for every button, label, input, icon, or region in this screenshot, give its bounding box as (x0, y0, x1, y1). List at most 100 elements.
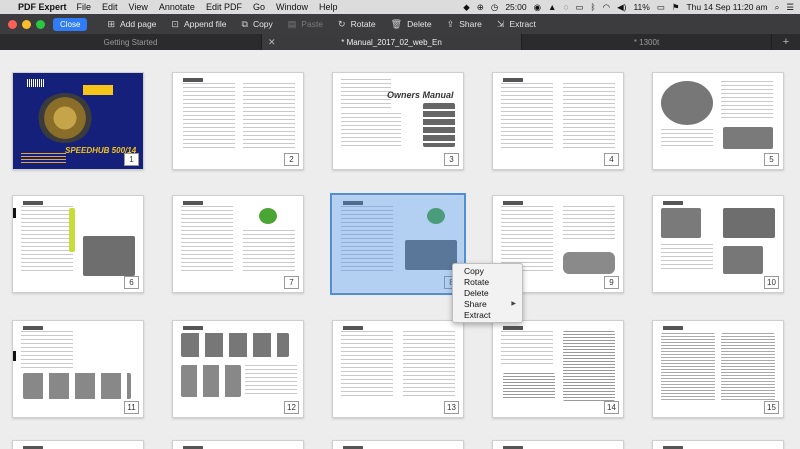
tab-getting-started[interactable]: Getting Started (0, 34, 262, 50)
zoom-window-button[interactable] (36, 19, 45, 29)
tab-bar: Getting Started ✕ * Manual_2017_02_web_En… (0, 34, 800, 50)
barcode-graphic (27, 79, 45, 87)
new-tab-icon[interactable]: + (772, 36, 800, 48)
menu-help[interactable]: Help (319, 2, 338, 12)
context-menu: Copy Rotate Delete Share ▶ Extract (452, 263, 523, 323)
drive-icon[interactable]: ▲ (548, 2, 556, 12)
menu-go[interactable]: Go (253, 2, 265, 12)
page-number: 3 (444, 153, 459, 166)
minimize-window-button[interactable] (22, 19, 31, 29)
logo-band (83, 85, 113, 95)
page-thumbnail-partial[interactable] (172, 440, 304, 449)
page-thumbnail-partial[interactable] (12, 440, 144, 449)
dropbox-icon[interactable]: ◆ (463, 2, 470, 13)
page-number: 13 (444, 401, 459, 414)
clock[interactable]: Thu 14 Sep 11:20 am (686, 2, 767, 12)
page-thumbnail[interactable]: 2 (172, 72, 304, 170)
page-number: 7 (284, 276, 299, 289)
tab-manual[interactable]: ✕ * Manual_2017_02_web_En (262, 34, 522, 50)
page-thumbnail-partial[interactable] (652, 440, 784, 449)
pin-icon[interactable]: ⊕ (477, 2, 484, 13)
menu-bar: PDF Expert File Edit View Annotate Edit … (0, 0, 800, 14)
page-thumbnail-partial[interactable] (492, 440, 624, 449)
page-thumbnail[interactable]: 15 (652, 320, 784, 418)
window-toolbar: Close ⊞ Add page ⊡ Append file ⧉ Copy ▤ Past… (0, 14, 800, 34)
page-thumbnail[interactable]: 10 (652, 195, 784, 293)
context-menu-rotate[interactable]: Rotate (453, 277, 522, 288)
context-menu-copy[interactable]: Copy (453, 266, 522, 277)
page-thumbnail[interactable]: SPEEDHUB 500/14 1 (12, 72, 144, 170)
page-number: 4 (604, 153, 619, 166)
append-file-icon: ⊡ (171, 18, 179, 29)
paste-icon: ▤ (287, 18, 297, 29)
battery-percent[interactable]: 11% (633, 2, 649, 12)
page-number: 10 (764, 276, 779, 289)
context-menu-delete[interactable]: Delete (453, 288, 522, 299)
wifi-icon[interactable]: ◠ (603, 2, 610, 13)
page-number: 2 (284, 153, 299, 166)
add-page-button[interactable]: ⊞ Add page (107, 19, 156, 30)
menu-edit[interactable]: Edit (102, 2, 118, 12)
page-thumbnail-partial[interactable] (332, 440, 464, 449)
page-thumbnail[interactable]: 4 (492, 72, 624, 170)
page-number: 11 (124, 401, 139, 414)
page-thumbnail[interactable]: 13 (332, 320, 464, 418)
spotlight-icon[interactable]: ⌕ (775, 2, 780, 13)
cover-text-lines (21, 153, 66, 163)
page-thumbnail[interactable]: Owners Manual 3 (332, 72, 464, 170)
page-thumbnail[interactable]: 7 (172, 195, 304, 293)
add-page-icon: ⊞ (107, 18, 115, 29)
notification-center-icon[interactable]: ☰ (786, 2, 794, 13)
page-number: 6 (124, 276, 139, 289)
context-menu-extract[interactable]: Extract (453, 310, 522, 321)
timer-readout[interactable]: 25:00 (505, 2, 526, 12)
page-thumbnail-grid: SPEEDHUB 500/14 1 2 Owners Manual 3 4 5 … (0, 50, 800, 449)
app-name-menu[interactable]: PDF Expert (18, 2, 67, 12)
share-button[interactable]: ⇪ Share (447, 19, 482, 30)
share-icon: ⇪ (446, 18, 455, 29)
menu-view[interactable]: View (129, 2, 148, 12)
extract-button[interactable]: ⇲ Extract (497, 19, 536, 30)
paste-button[interactable]: ▤ Paste (288, 19, 323, 30)
append-file-button[interactable]: ⊡ Append file (171, 19, 226, 30)
page-thumbnail[interactable]: 6 (12, 195, 144, 293)
menu-edit-pdf[interactable]: Edit PDF (206, 2, 242, 12)
page-number: 15 (764, 401, 779, 414)
page-thumbnail[interactable]: 14 (492, 320, 624, 418)
close-tab-icon[interactable]: ✕ (268, 37, 276, 48)
context-menu-share[interactable]: Share ▶ (453, 299, 522, 310)
battery-icon[interactable]: ▭ (657, 2, 665, 13)
close-button[interactable]: Close (53, 17, 88, 31)
rotate-icon: ↻ (338, 18, 346, 29)
rotate-button[interactable]: ↻ Rotate (338, 19, 376, 30)
page-thumbnail[interactable]: 12 (172, 320, 304, 418)
sync-icon[interactable]: ◌ (563, 2, 568, 12)
menu-window[interactable]: Window (276, 2, 308, 12)
page-number: 1 (124, 153, 139, 166)
window-controls (8, 19, 45, 29)
tab-1300t[interactable]: * 1300t (522, 34, 772, 50)
page-number: 14 (604, 401, 619, 414)
display-icon[interactable]: ▭ (576, 2, 584, 13)
vpn-icon[interactable]: ◉ (534, 2, 541, 13)
page-thumbnail[interactable]: 5 (652, 72, 784, 170)
hub-illustration (37, 93, 93, 143)
timer-icon[interactable]: ◷ (491, 2, 498, 13)
page-number: 5 (764, 153, 779, 166)
page-number: 9 (604, 276, 619, 289)
copy-icon: ⧉ (241, 18, 248, 29)
page-thumbnail-selected[interactable]: 8 (330, 193, 466, 295)
menu-file[interactable]: File (77, 2, 92, 12)
bluetooth-icon[interactable]: ᛒ (591, 2, 596, 12)
menu-annotate[interactable]: Annotate (159, 2, 195, 12)
owners-manual-title: Owners Manual (387, 90, 454, 100)
copy-button[interactable]: ⧉ Copy (242, 19, 273, 30)
page-number: 12 (284, 401, 299, 414)
flag-icon[interactable]: ⚑ (672, 2, 680, 13)
page-thumbnail[interactable]: 11 (12, 320, 144, 418)
submenu-arrow-icon: ▶ (511, 301, 516, 307)
trash-icon: 🗑 (390, 18, 403, 29)
delete-button[interactable]: 🗑 Delete (391, 19, 432, 30)
volume-icon[interactable]: ◀) (617, 2, 626, 13)
close-window-button[interactable] (8, 19, 17, 29)
